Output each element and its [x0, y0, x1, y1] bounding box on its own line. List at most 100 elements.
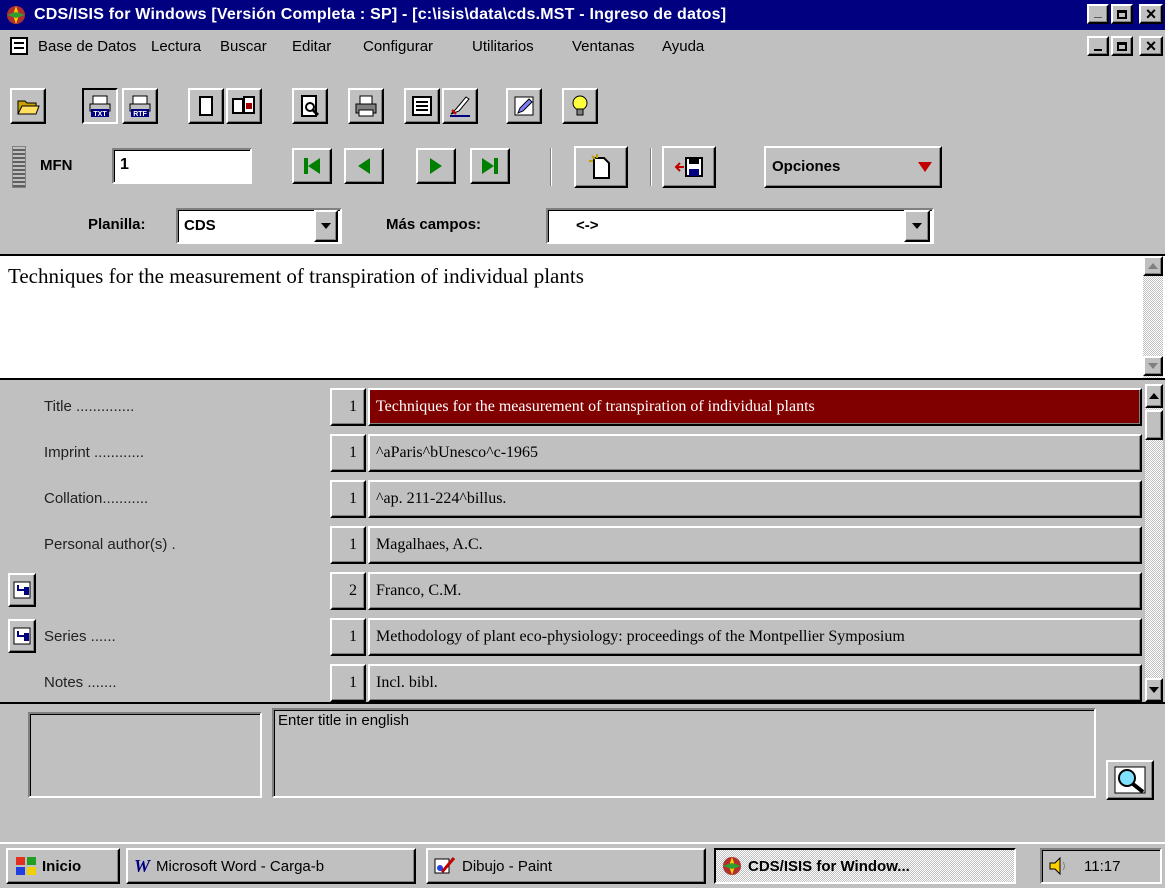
help-left-box	[28, 712, 262, 798]
field-value[interactable]: Techniques for the measurement of transp…	[368, 388, 1142, 426]
save-record-button[interactable]	[662, 146, 716, 188]
menu-ventanas[interactable]: Ventanas	[572, 38, 635, 55]
scroll-thumb[interactable]	[1145, 410, 1163, 440]
minimize-icon: _	[1094, 3, 1102, 19]
arrow-down-icon	[1148, 363, 1158, 369]
menu-buscar[interactable]: Buscar	[220, 38, 267, 55]
field-row: Title .............. 1 Techniques for the …	[0, 384, 1145, 430]
lightbulb-icon	[572, 95, 588, 116]
field-value[interactable]: Methodology of plant eco-physiology: pro…	[368, 618, 1142, 656]
scroll-down-button[interactable]	[1143, 356, 1163, 376]
field-value[interactable]: ^aParis^bUnesco^c-1965	[368, 434, 1142, 472]
new-record-icon	[589, 154, 610, 179]
repeat-field-button[interactable]	[8, 573, 36, 607]
copy-button[interactable]	[188, 88, 224, 124]
field-value[interactable]: Franco, C.M.	[368, 572, 1142, 610]
form-icon	[412, 96, 432, 116]
separator	[650, 148, 652, 186]
print-txt-button[interactable]: TXT	[82, 88, 118, 124]
new-record-button[interactable]	[574, 146, 628, 188]
edit-record-button[interactable]	[442, 88, 478, 124]
planilla-dropdown-button[interactable]	[314, 210, 338, 242]
help-text: Enter title in english	[278, 712, 409, 729]
lightbulb-button[interactable]	[562, 88, 598, 124]
form-selector-bar: Planilla: CDS Más campos: <->	[0, 200, 1165, 252]
field-row: Personal author(s) . 1 Magalhaes, A.C.	[0, 522, 1145, 568]
menu-base-de-datos[interactable]: Base de Datos	[38, 38, 136, 55]
menu-configurar[interactable]: Configurar	[363, 38, 433, 55]
editor-scrollbar[interactable]	[1143, 256, 1163, 378]
last-record-button[interactable]	[470, 148, 510, 184]
speaker-icon[interactable]	[1048, 856, 1070, 876]
document-icon[interactable]	[10, 37, 28, 55]
task-word[interactable]: W Microsoft Word - Carga-b	[126, 848, 416, 884]
field-editor[interactable]: Techniques for the measurement of transp…	[0, 254, 1165, 380]
task-paint[interactable]: Dibujo - Paint	[426, 848, 706, 884]
save-icon	[674, 157, 703, 177]
restore-button[interactable]	[1111, 4, 1133, 24]
child-restore-button[interactable]	[1111, 36, 1133, 56]
repeat-field-icon	[13, 581, 31, 599]
print-rtf-button[interactable]: RTF	[122, 88, 158, 124]
print-txt-icon: TXT	[89, 95, 111, 118]
svg-text:RTF: RTF	[133, 111, 147, 118]
help-panel: Enter title in english	[0, 702, 1165, 802]
mfn-input[interactable]: 1	[112, 148, 252, 184]
field-row: Imprint ............ 1 ^aParis^bUnesco^c-1…	[0, 430, 1145, 476]
field-value[interactable]: Magalhaes, A.C.	[368, 526, 1142, 564]
field-label: Personal author(s) .	[44, 536, 176, 553]
planilla-select[interactable]: CDS	[176, 208, 342, 244]
menu-ayuda[interactable]: Ayuda	[662, 38, 704, 55]
print-rtf-icon: RTF	[129, 95, 151, 118]
scroll-up-button[interactable]	[1143, 256, 1163, 276]
preview-button[interactable]	[292, 88, 328, 124]
printer-button[interactable]	[348, 88, 384, 124]
search-button[interactable]	[1106, 760, 1154, 800]
close-button[interactable]: ×	[1139, 4, 1163, 24]
field-list-scrollbar[interactable]	[1145, 384, 1163, 702]
paste-button[interactable]	[226, 88, 262, 124]
close-icon: ×	[1145, 3, 1157, 24]
repeat-field-button[interactable]	[8, 619, 36, 653]
occurrence-number: 1	[330, 388, 366, 426]
paint-icon	[434, 857, 456, 874]
minimize-button[interactable]: _	[1087, 3, 1109, 24]
task-cdsisis[interactable]: CDS/ISIS for Window...	[714, 848, 1016, 884]
occurrence-number: 2	[330, 572, 366, 610]
child-minimize-button[interactable]	[1087, 36, 1109, 56]
start-label: Inicio	[42, 857, 82, 875]
scroll-up-button[interactable]	[1145, 384, 1163, 408]
record-bar: MFN 1 Opciones	[0, 140, 1165, 196]
chevron-down-icon	[912, 223, 922, 229]
restore-icon	[1117, 41, 1127, 51]
first-record-button[interactable]	[292, 148, 332, 184]
menu-lectura[interactable]: Lectura	[151, 38, 201, 55]
field-row: Collation........... 1 ^ap. 211-224^billus…	[0, 476, 1145, 522]
cdsisis-icon	[723, 857, 741, 875]
field-label: Notes .......	[44, 674, 117, 691]
child-close-button[interactable]: ×	[1139, 36, 1163, 56]
editor-text[interactable]: Techniques for the measurement of transp…	[8, 264, 584, 289]
start-button[interactable]: Inicio	[6, 848, 120, 884]
app-icon[interactable]	[6, 5, 26, 25]
menu-editar[interactable]: Editar	[292, 38, 331, 55]
pencil-button[interactable]	[506, 88, 542, 124]
open-folder-button[interactable]	[10, 88, 46, 124]
task-cdsisis-label: CDS/ISIS for Window...	[748, 857, 910, 875]
grip-handle[interactable]	[12, 146, 26, 188]
help-text-box: Enter title in english	[272, 708, 1096, 798]
mas-campos-dropdown-button[interactable]	[904, 210, 930, 242]
mas-campos-select[interactable]: <->	[546, 208, 934, 244]
form-button[interactable]	[404, 88, 440, 124]
arrow-up-icon	[1149, 393, 1159, 399]
scroll-down-button[interactable]	[1145, 678, 1163, 702]
field-label: Title ..............	[44, 398, 135, 415]
field-value[interactable]: Incl. bibl.	[368, 664, 1142, 702]
next-record-button[interactable]	[416, 148, 456, 184]
menu-utilitarios[interactable]: Utilitarios	[472, 38, 534, 55]
clock: 11:17	[1084, 857, 1121, 875]
previous-record-button[interactable]	[344, 148, 384, 184]
field-value[interactable]: ^ap. 211-224^billus.	[368, 480, 1142, 518]
planilla-value: CDS	[184, 217, 216, 234]
opciones-button[interactable]: Opciones	[764, 146, 942, 188]
